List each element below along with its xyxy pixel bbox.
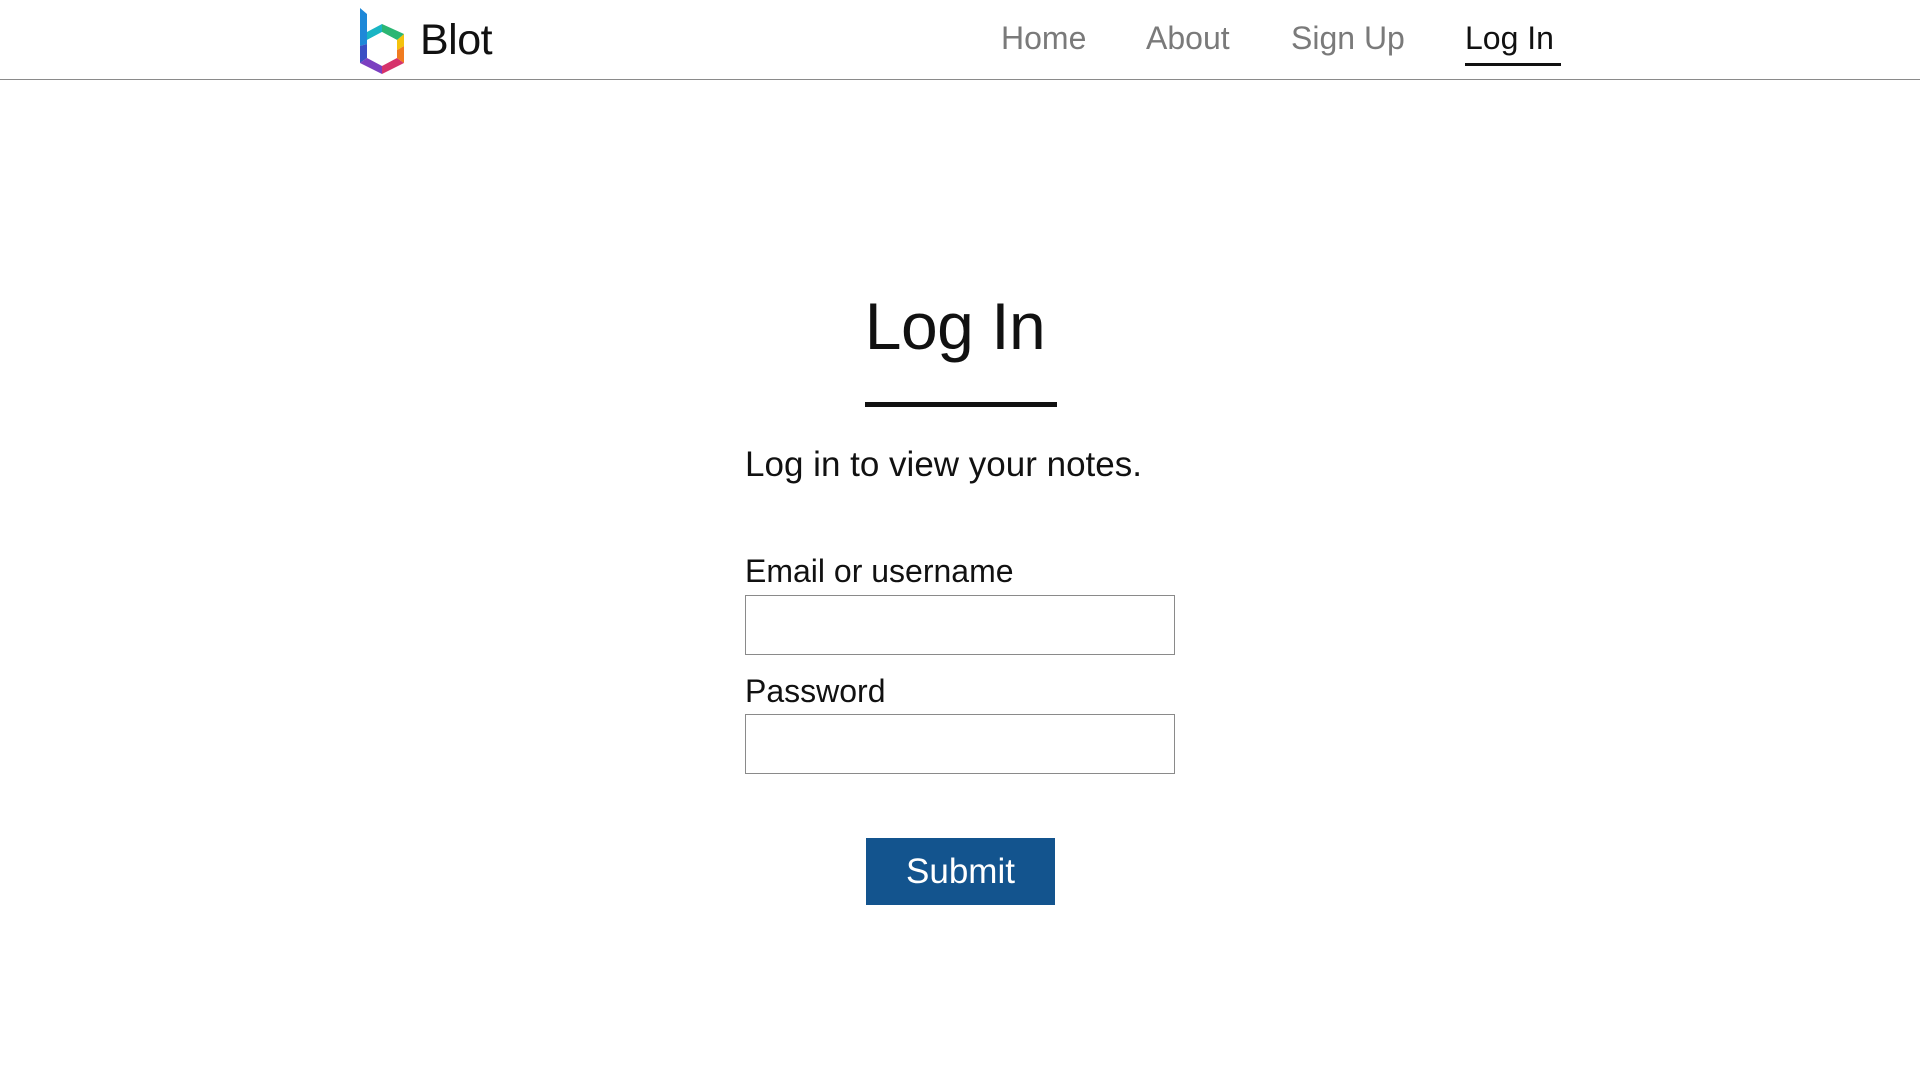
nav-login-link[interactable]: Log In <box>1465 20 1554 57</box>
active-nav-indicator <box>1465 63 1561 66</box>
title-divider <box>865 402 1057 407</box>
submit-button[interactable]: Submit <box>866 838 1055 905</box>
page-title: Log In <box>864 289 1046 363</box>
top-navigation-bar: Blot Home About Sign Up Log In <box>0 0 1920 80</box>
blot-logo-icon <box>360 8 404 74</box>
nav-about-link[interactable]: About <box>1146 20 1230 57</box>
brand-home-link[interactable]: Blot <box>357 6 493 74</box>
password-input[interactable] <box>745 714 1175 774</box>
nav-home-link[interactable]: Home <box>1001 20 1086 57</box>
email-or-username-input[interactable] <box>745 595 1175 655</box>
email-field-label: Email or username <box>745 553 1014 589</box>
brand-name: Blot <box>420 15 493 64</box>
nav-signup-link[interactable]: Sign Up <box>1291 20 1405 57</box>
page-subtitle: Log in to view your notes. <box>745 445 1142 484</box>
password-field-label: Password <box>745 673 886 709</box>
